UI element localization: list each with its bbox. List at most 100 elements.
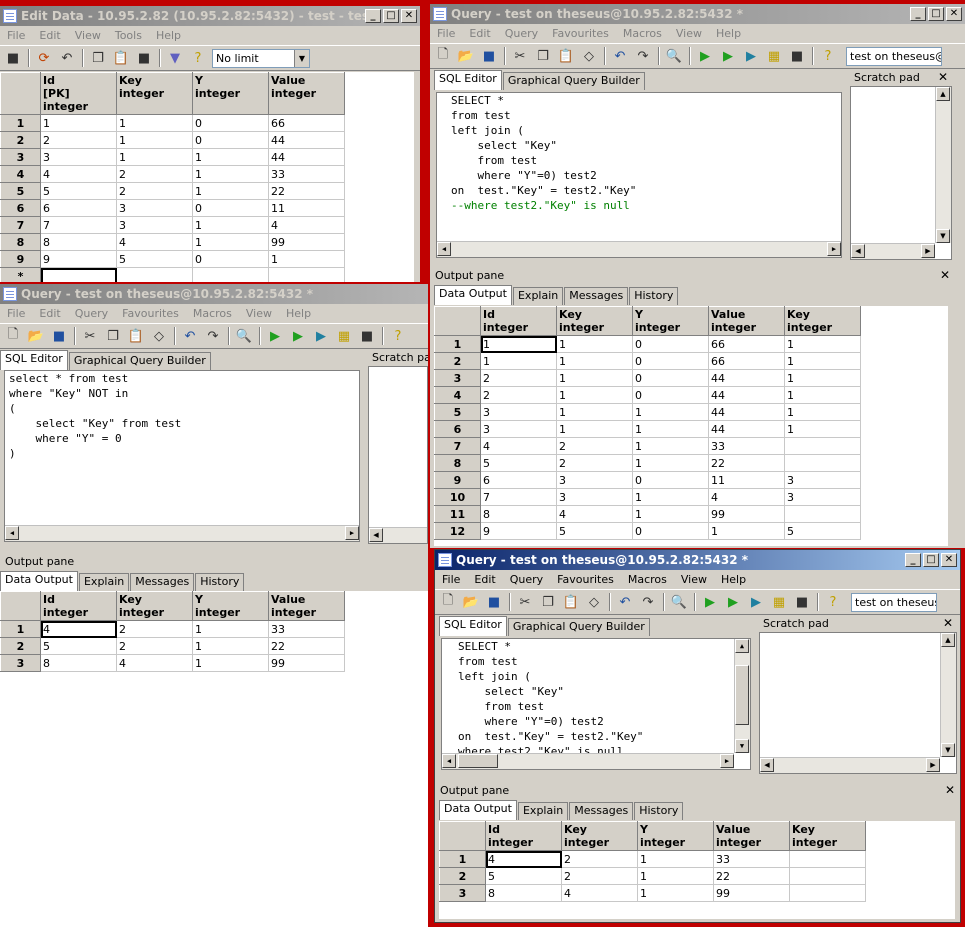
table-cell[interactable]: 1 — [192, 620, 269, 638]
column-header[interactable]: Value integer — [268, 72, 345, 115]
sql-editor-top-right[interactable]: SELECT * from test left join ( select "Key… — [436, 92, 842, 258]
table-cell[interactable]: 2 — [116, 620, 193, 638]
redo-icon[interactable]: ↷ — [632, 46, 654, 66]
row-number[interactable]: 9 — [0, 250, 41, 268]
row-number[interactable]: 5 — [0, 182, 41, 200]
table-cell[interactable]: 1 — [632, 505, 709, 523]
sql-text[interactable]: SELECT * from test left join ( select "Key… — [442, 639, 750, 759]
table-cell[interactable]: 44 — [708, 369, 785, 387]
row-number[interactable]: 1 — [0, 114, 41, 132]
table-cell[interactable]: 4 — [556, 505, 633, 523]
new-icon[interactable]: 🗋 — [437, 592, 459, 612]
table-cell[interactable]: 1 — [192, 637, 269, 655]
menu-tools[interactable]: Tools — [108, 29, 149, 42]
menu-macros[interactable]: Macros — [621, 573, 674, 586]
table-cell[interactable]: 44 — [268, 148, 345, 166]
edit-data-titlebar[interactable]: Edit Data - 10.95.2.82 (10.95.2.82:5432)… — [0, 6, 420, 26]
column-header[interactable]: Key integer — [556, 306, 633, 336]
paste-icon[interactable]: 📋 — [555, 46, 577, 66]
table-cell[interactable]: 2 — [40, 131, 117, 149]
menu-view[interactable]: View — [239, 307, 279, 320]
table-cell[interactable]: 2 — [480, 369, 557, 387]
table-cell[interactable]: 1 — [480, 335, 557, 353]
vertical-scrollbar[interactable]: ▲ ▼ — [935, 87, 951, 243]
execute-icon[interactable]: ▶ — [694, 46, 716, 66]
table-cell[interactable] — [268, 267, 345, 282]
row-number[interactable]: 2 — [439, 867, 486, 885]
table-cell[interactable]: 7 — [480, 488, 557, 506]
row-number[interactable]: 9 — [434, 471, 481, 489]
execute-to-file-icon[interactable]: ▶ — [740, 46, 762, 66]
cancel-icon[interactable]: ■ — [356, 326, 378, 346]
table-cell[interactable]: 22 — [268, 637, 345, 655]
minimize-button[interactable]: _ — [910, 7, 926, 21]
menu-edit[interactable]: Edit — [467, 573, 502, 586]
table-cell[interactable]: 9 — [40, 250, 117, 268]
row-number[interactable]: 5 — [434, 403, 481, 421]
table-cell[interactable]: 3 — [556, 488, 633, 506]
tab-history[interactable]: History — [195, 573, 245, 591]
table-cell[interactable]: 0 — [192, 199, 269, 217]
table-cell[interactable]: 66 — [708, 352, 785, 370]
table-cell[interactable]: 3 — [116, 199, 193, 217]
row-number[interactable]: 1 — [434, 335, 481, 353]
row-number[interactable]: 8 — [434, 454, 481, 472]
tab-explain[interactable]: Explain — [512, 287, 564, 305]
column-header[interactable]: Key integer — [784, 306, 861, 336]
row-number[interactable]: 3 — [0, 654, 41, 672]
maximize-button[interactable]: □ — [383, 9, 399, 23]
column-header[interactable]: Id integer — [40, 591, 117, 621]
redo-icon[interactable]: ↷ — [202, 326, 224, 346]
execute-pgscript-icon[interactable]: ▶ — [722, 592, 744, 612]
new-icon[interactable]: 🗋 — [2, 326, 24, 346]
table-cell[interactable]: 1 — [192, 216, 269, 234]
corner-cell[interactable] — [0, 72, 41, 115]
column-header[interactable]: Yinteger — [632, 306, 709, 336]
query-tr-titlebar[interactable]: Query - test on theseus@10.95.2.82:5432 … — [430, 4, 965, 24]
table-cell[interactable]: 8 — [40, 654, 117, 672]
query-br-titlebar[interactable]: Query - test on theseus@10.95.2.82:5432 … — [435, 550, 960, 570]
table-cell[interactable]: 33 — [708, 437, 785, 455]
table-cell[interactable]: 4 — [561, 884, 638, 902]
row-number[interactable]: 2 — [434, 352, 481, 370]
vertical-scrollbar[interactable]: ▲ ▼ — [940, 633, 956, 757]
table-cell[interactable]: 1 — [192, 148, 269, 166]
row-number[interactable]: 1 — [439, 850, 486, 868]
table-cell[interactable]: 5 — [556, 522, 633, 540]
table-cell[interactable] — [784, 437, 861, 455]
table-cell[interactable]: 0 — [632, 352, 709, 370]
row-number[interactable]: 2 — [0, 637, 41, 655]
paste-icon[interactable]: 📋 — [560, 592, 582, 612]
save-icon[interactable]: ■ — [2, 48, 24, 68]
table-cell[interactable] — [40, 267, 117, 282]
row-number[interactable]: 11 — [434, 505, 481, 523]
table-cell[interactable]: 1 — [192, 182, 269, 200]
column-header[interactable]: Key integer — [789, 821, 866, 851]
undo-icon[interactable]: ↶ — [609, 46, 631, 66]
table-cell[interactable]: 44 — [708, 386, 785, 404]
horizontal-scrollbar[interactable]: ◀ ▶ — [442, 753, 734, 769]
cut-icon[interactable]: ✂ — [79, 326, 101, 346]
open-icon[interactable]: 📂 — [460, 592, 482, 612]
find-icon[interactable]: 🔍 — [233, 326, 255, 346]
query-left-titlebar[interactable]: Query - test on theseus@10.95.2.82:5432 … — [0, 284, 428, 304]
column-header[interactable]: Yinteger — [192, 591, 269, 621]
horizontal-scrollbar[interactable]: ◀ ▶ — [851, 243, 935, 259]
menu-macros[interactable]: Macros — [616, 27, 669, 40]
table-cell[interactable]: 3 — [480, 403, 557, 421]
table-cell[interactable]: 1 — [116, 148, 193, 166]
corner-cell[interactable] — [0, 591, 41, 621]
table-cell[interactable]: 4 — [268, 216, 345, 234]
column-header[interactable]: Value integer — [708, 306, 785, 336]
table-cell[interactable]: 1 — [192, 233, 269, 251]
horizontal-scrollbar[interactable]: ◀ ▶ — [5, 525, 359, 541]
tab-data-output[interactable]: Data Output — [0, 571, 78, 591]
new-icon[interactable]: 🗋 — [432, 46, 454, 66]
table-cell[interactable]: 2 — [116, 182, 193, 200]
table-cell[interactable]: 9 — [480, 522, 557, 540]
table-cell[interactable]: 5 — [784, 522, 861, 540]
connection-select[interactable]: test on theseus@ — [851, 592, 937, 612]
minimize-button[interactable]: _ — [365, 9, 381, 23]
table-cell[interactable]: 1 — [784, 386, 861, 404]
table-cell[interactable]: 1 — [556, 386, 633, 404]
